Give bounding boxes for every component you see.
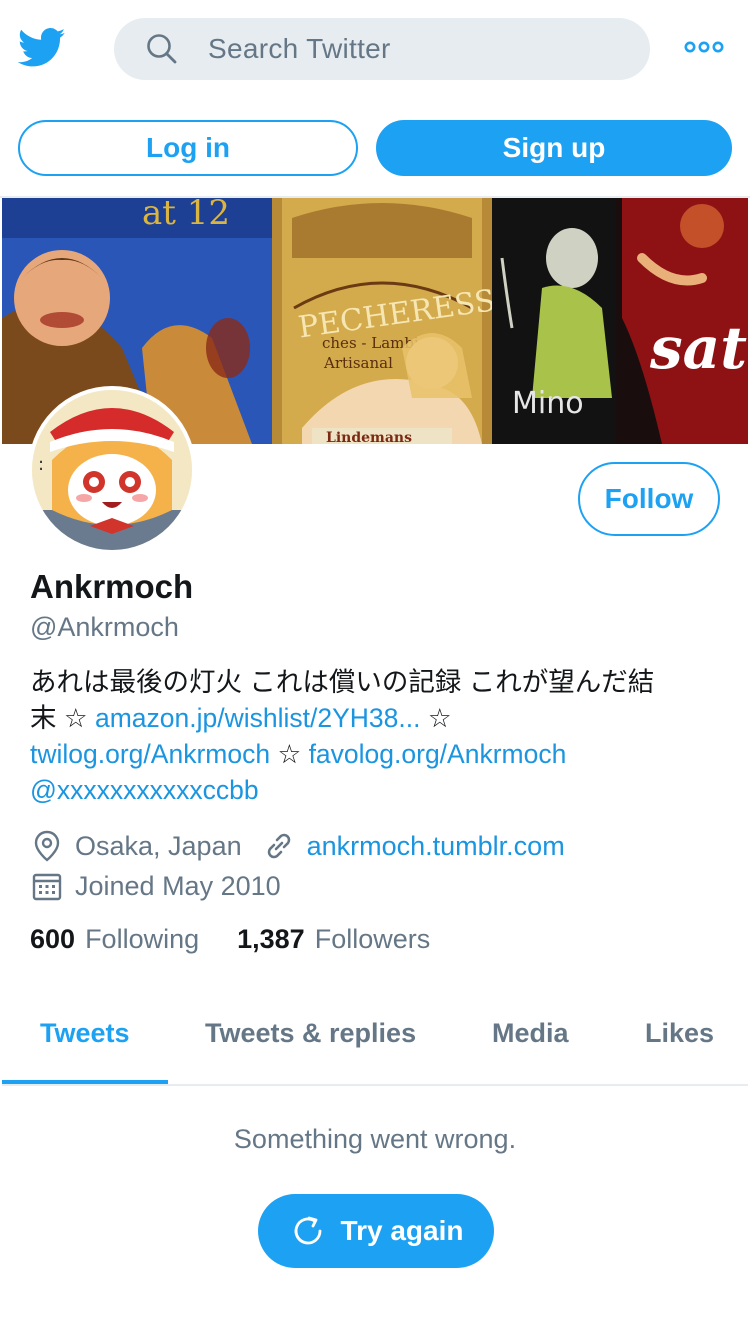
profile-meta: Osaka, Japan ankrmoch.tumblr.com Joined …: [30, 826, 730, 906]
bio-link-twilog[interactable]: twilog.org/Ankrmoch: [30, 739, 270, 769]
location-text: Osaka, Japan: [75, 830, 242, 861]
profile-tabs: Tweets Tweets & replies Media Likes: [2, 1000, 748, 1086]
svg-text:sata: sata: [649, 314, 748, 382]
followers-label: Followers: [314, 924, 431, 954]
tab-media[interactable]: Media: [492, 1018, 569, 1049]
signup-button[interactable]: Sign up: [376, 120, 732, 176]
bio-text: ☆: [420, 703, 452, 733]
active-tab-indicator: [2, 1080, 168, 1084]
following-label: Following: [85, 924, 200, 954]
top-bar: Search Twitter: [0, 0, 750, 100]
joined-text: Joined May 2010: [75, 870, 281, 901]
search-icon: [147, 34, 177, 64]
refresh-icon: [294, 1216, 321, 1245]
following-number: 600: [30, 924, 76, 954]
tab-tweets[interactable]: Tweets: [40, 1018, 130, 1049]
search-bar[interactable]: Search Twitter: [114, 18, 650, 80]
bio-text: 末 ☆: [30, 703, 95, 733]
calendar-icon: [32, 873, 62, 901]
svg-text:at 12: at 12: [142, 198, 230, 233]
login-button[interactable]: Log in: [18, 120, 358, 176]
error-message: Something went wrong.: [233, 1124, 517, 1154]
try-again-label: Try again: [340, 1215, 464, 1246]
svg-text:Mino: Mino: [512, 386, 584, 421]
bio-link-favolog[interactable]: favolog.org/Ankrmoch: [309, 739, 567, 769]
website-link[interactable]: ankrmoch.tumblr.com: [307, 831, 565, 862]
link-icon: [267, 833, 290, 859]
location-icon: [34, 830, 60, 862]
profile-handle[interactable]: @Ankrmoch: [30, 612, 179, 643]
bio-link-amazon[interactable]: amazon.jp/wishlist/2YH38...: [95, 703, 421, 733]
svg-text:Lindemans: Lindemans: [326, 430, 412, 444]
followers-number: 1,387: [237, 924, 305, 954]
bio-text: ☆: [270, 739, 309, 769]
twitter-bird-icon[interactable]: [18, 27, 66, 69]
following-count[interactable]: 600 Following: [30, 924, 199, 955]
profile-name: Ankrmoch: [30, 568, 194, 605]
bio-text: あれは最後の灯火 これは償いの記録 これが望んだ結: [30, 667, 655, 697]
bio-mention[interactable]: @xxxxxxxxxxxccbb: [30, 775, 259, 805]
search-placeholder: Search Twitter: [208, 33, 391, 64]
more-dots-icon[interactable]: [684, 40, 724, 54]
svg-text::: :: [38, 454, 44, 475]
profile-bio: あれは最後の灯火 これは償いの記録 これが望んだ結 末 ☆ amazon.jp/…: [30, 664, 720, 808]
follow-button[interactable]: Follow: [578, 462, 720, 536]
try-again-button[interactable]: Try again: [258, 1194, 494, 1268]
followers-count[interactable]: 1,387 Followers: [237, 924, 430, 955]
tab-tweets-replies[interactable]: Tweets & replies: [205, 1018, 416, 1049]
svg-text:Artisanal: Artisanal: [323, 354, 393, 372]
tab-likes[interactable]: Likes: [645, 1018, 714, 1049]
auth-row: Log in Sign up: [0, 118, 750, 178]
follow-counts: 600 Following 1,387 Followers: [30, 924, 468, 955]
avatar[interactable]: :: [28, 386, 196, 554]
